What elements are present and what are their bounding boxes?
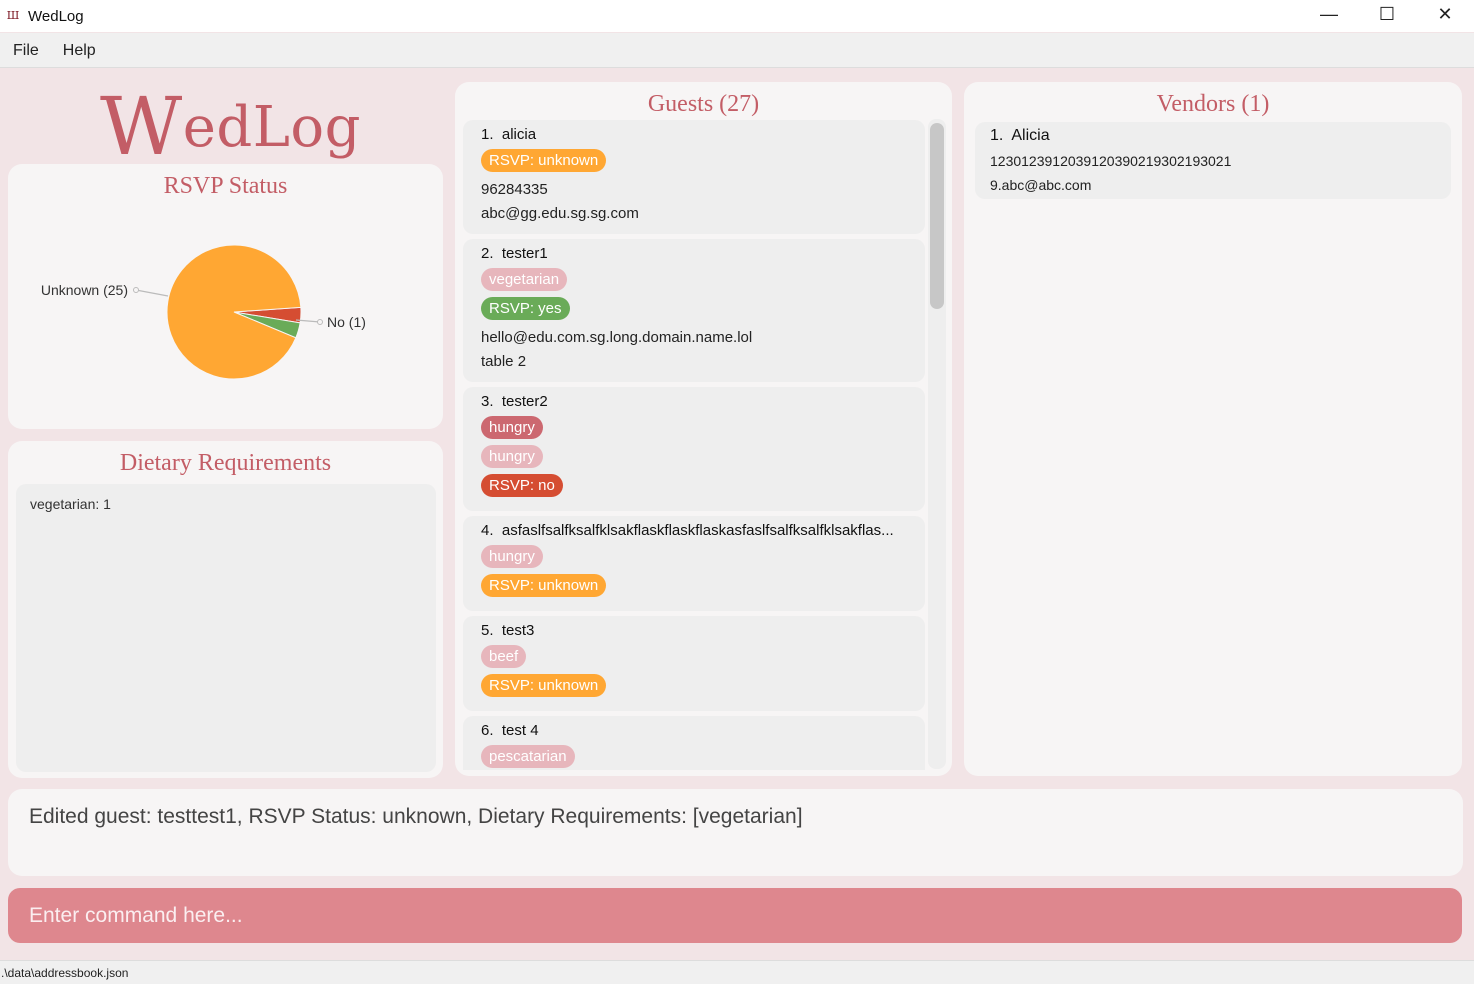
guest-detail: 96284335 xyxy=(481,181,548,198)
logo-text: edLog xyxy=(182,95,361,160)
minimize-button[interactable]: — xyxy=(1300,0,1358,28)
guest-card[interactable]: 2. tester1 vegetarian RSVP: yes hello@edu.c… xyxy=(463,239,925,382)
rsvp-status-panel: RSVP Status Unknown (25) No (1) xyxy=(8,164,443,429)
dietary-tag: pescatarian xyxy=(481,745,575,768)
app-icon: Ш xyxy=(6,9,20,22)
pie-leader-dot xyxy=(317,319,323,325)
guest-detail: table 2 xyxy=(481,353,527,370)
vendors-panel: Vendors (1) 1. Alicia 123012391203912039… xyxy=(964,82,1462,776)
close-button[interactable]: ✕ xyxy=(1416,0,1474,28)
dietary-tag: hungry xyxy=(481,445,543,468)
dietary-tag: hungry xyxy=(481,545,543,568)
rsvp-tag: RSVP: yes xyxy=(481,297,570,320)
guest-name: 6. test 4 xyxy=(481,722,539,739)
dietary-tag: hungry xyxy=(481,416,543,439)
menu-file[interactable]: File xyxy=(0,33,51,68)
dietary-summary: vegetarian: 1 xyxy=(16,484,436,772)
pie-label: No (1) xyxy=(327,314,366,330)
guest-name: 3. tester2 xyxy=(481,393,548,410)
logo-letter: W xyxy=(100,80,183,173)
guest-card[interactable]: 6. test 4 pescatarian xyxy=(463,716,925,770)
window-title: WedLog xyxy=(28,7,84,25)
guest-name: 5. test3 xyxy=(481,622,535,639)
dietary-summary-text: vegetarian: 1 xyxy=(30,496,111,512)
result-text: Edited guest: testtest1, RSVP Status: un… xyxy=(29,805,803,828)
vendor-name: 1. Alicia xyxy=(990,127,1050,144)
guest-card[interactable]: 1. alicia RSVP: unknown 96284335 abc@gg.edu… xyxy=(463,120,925,234)
dietary-tag: beef xyxy=(481,645,527,668)
data-file-path: .\data\addressbook.json xyxy=(1,966,129,980)
maximize-button[interactable]: ☐ xyxy=(1358,0,1416,28)
guest-detail: abc@gg.edu.sg.sg.com xyxy=(481,205,639,222)
guest-name: 2. tester1 xyxy=(481,245,548,262)
result-display: Edited guest: testtest1, RSVP Status: un… xyxy=(8,789,1463,876)
dietary-tag: vegetarian xyxy=(481,268,568,291)
menu-help[interactable]: Help xyxy=(51,33,108,68)
guest-name: 1. alicia xyxy=(481,126,537,143)
rsvp-tag: RSVP: unknown xyxy=(481,674,607,697)
pie-leader-line xyxy=(135,289,169,297)
dietary-requirements-title: Dietary Requirements xyxy=(119,450,332,476)
guest-card[interactable]: 5. test3 beef RSVP: unknown xyxy=(463,616,925,711)
window-controls: — ☐ ✕ xyxy=(1300,0,1474,32)
guests-title: Guests (27) xyxy=(647,91,760,117)
status-bar: .\data\addressbook.json xyxy=(0,960,1474,984)
guests-panel: Guests (27) 1. alicia RSVP: unknown 962843… xyxy=(455,82,952,776)
menu-bar: File Help xyxy=(0,33,1474,68)
guest-card[interactable]: 3. tester2 hungry hungry RSVP: no xyxy=(463,387,925,511)
rsvp-tag: RSVP: unknown xyxy=(481,149,607,172)
pie-label: Unknown (25) xyxy=(41,282,128,298)
vendor-card[interactable]: 1. Alicia 123012391203912039021930219302… xyxy=(975,122,1451,199)
guest-list-scroll-thumb[interactable] xyxy=(930,123,944,309)
rsvp-tag: RSVP: unknown xyxy=(481,574,607,597)
wedlog-logo: WedLog xyxy=(100,72,360,173)
vendor-email: 9.abc@abc.com xyxy=(990,177,1092,193)
vendors-title: Vendors (1) xyxy=(1156,91,1270,117)
pie-leader-dot xyxy=(133,287,139,293)
rsvp-pie-chart: Unknown (25) No (1) xyxy=(41,244,366,380)
guest-card[interactable]: 4. asfaslfsalfksalfklsakflaskflaskflaska… xyxy=(463,516,925,611)
guest-name: 4. asfaslfsalfksalfklsakflaskflaskflaska… xyxy=(481,522,894,539)
guest-list[interactable]: 1. alicia RSVP: unknown 96284335 abc@gg.edu… xyxy=(463,120,925,770)
title-bar: Ш WedLog — ☐ ✕ xyxy=(0,0,1474,32)
command-input[interactable] xyxy=(8,888,1462,943)
dietary-requirements-panel: Dietary Requirements vegetarian: 1 xyxy=(8,441,443,778)
guest-detail: hello@edu.com.sg.long.domain.name.lol xyxy=(481,329,753,346)
vendor-phone: 1230123912039120390219302193021 xyxy=(990,153,1232,169)
rsvp-tag: RSVP: no xyxy=(481,474,563,497)
